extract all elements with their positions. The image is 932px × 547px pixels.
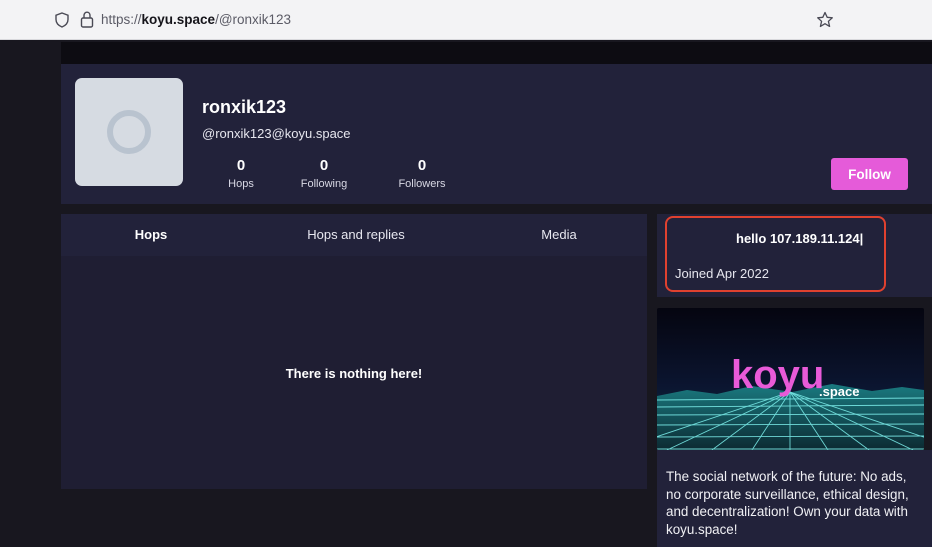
profile-tabs: Hops Hops and replies Media [61, 214, 647, 256]
joined-date: Joined Apr 2022 [675, 266, 769, 281]
url-path: /@ronxik123 [215, 12, 292, 27]
browser-url-bar: https://koyu.space/@ronxik123 [0, 0, 932, 40]
instance-description-card: The social network of the future: No ads… [657, 450, 932, 547]
profile-card: ronxik123 @ronxik123@koyu.space 0 Hops 0… [61, 64, 932, 204]
koyu-logo-subtext: .space [819, 384, 859, 399]
stat-value: 0 [417, 157, 427, 174]
page: ronxik123 @ronxik123@koyu.space 0 Hops 0… [8, 40, 932, 547]
profile-header-image [61, 42, 932, 64]
stat-label: Hops [228, 178, 254, 190]
left-gutter [8, 40, 54, 547]
avatar[interactable] [75, 78, 183, 186]
tab-hops-and-replies[interactable]: Hops and replies [241, 214, 471, 256]
stat-value: 0 [319, 157, 329, 174]
bio-text: hello 107.189.11.124| [736, 231, 864, 246]
grid-landscape-graphic: koyu .space [657, 308, 924, 450]
empty-timeline-message: There is nothing here! [285, 366, 423, 381]
stat-label: Followers [398, 178, 446, 190]
follow-button[interactable]: Follow [831, 158, 908, 190]
stat-label: Following [300, 178, 348, 190]
instance-banner: koyu .space [657, 308, 924, 450]
profile-handle: @ronxik123@koyu.space [202, 126, 351, 141]
profile-display-name: ronxik123 [202, 97, 287, 117]
instance-description: The social network of the future: No ads… [666, 469, 909, 537]
url-scheme: https:// [101, 12, 142, 27]
bookmark-star-icon[interactable] [816, 11, 834, 29]
tab-media[interactable]: Media [471, 214, 647, 256]
address-field[interactable]: https://koyu.space/@ronxik123 [101, 12, 291, 27]
lock-icon[interactable] [80, 11, 94, 28]
tracking-shield-icon[interactable] [54, 12, 70, 28]
url-domain: koyu.space [141, 12, 216, 27]
profile-bio-card: hello 107.189.11.124| Joined Apr 2022 [657, 214, 932, 297]
stat-followers[interactable]: 0 Followers [387, 157, 457, 191]
stat-following[interactable]: 0 Following [289, 157, 359, 191]
timeline: There is nothing here! [61, 256, 647, 489]
koyu-logo-text: koyu [731, 353, 824, 397]
tab-hops[interactable]: Hops [61, 214, 241, 256]
stat-value: 0 [236, 157, 246, 174]
stat-hops[interactable]: 0 Hops [221, 157, 261, 191]
avatar-placeholder-icon [107, 110, 151, 154]
